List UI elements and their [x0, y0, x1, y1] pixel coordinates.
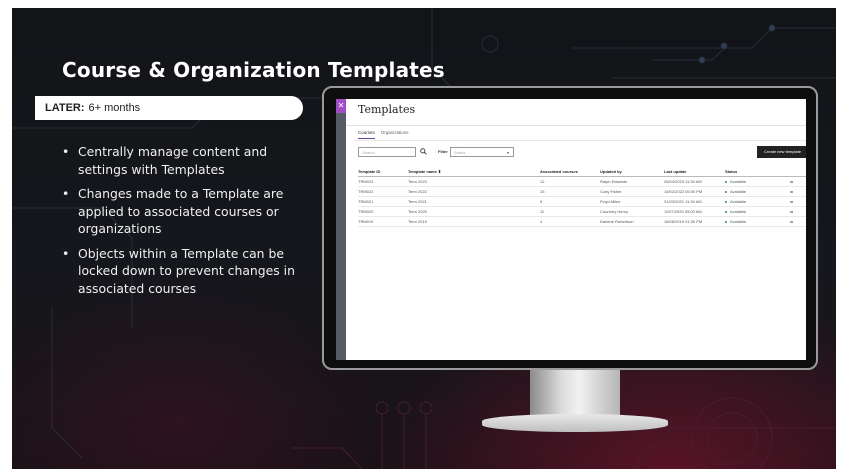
- more-options-icon[interactable]: •••: [790, 199, 793, 204]
- template-id: TRM022: [358, 189, 374, 194]
- tabs-divider: [354, 140, 806, 141]
- status-badge: Available: [725, 179, 746, 184]
- phase-value: 6+ months: [88, 102, 141, 114]
- phase-label: LATER:: [45, 102, 85, 114]
- bullet-item: Changes made to a Template are applied t…: [62, 185, 312, 238]
- status-text: Available: [730, 199, 747, 204]
- status-text: Available: [730, 189, 747, 194]
- table-row[interactable]: TRM020 Term 2020 11 Courtney Henry 11/07…: [358, 207, 806, 217]
- search-input[interactable]: Search: [358, 147, 416, 157]
- phase-banner: LATER: 6+ months: [35, 96, 303, 120]
- column-header-sortable[interactable]: Template name ⬍: [408, 169, 441, 174]
- column-header: Template ID: [358, 169, 381, 174]
- header-divider: [346, 125, 806, 126]
- status-text: Available: [730, 209, 747, 214]
- associated-courses: 11: [540, 209, 545, 214]
- more-options-icon[interactable]: •••: [790, 209, 793, 214]
- template-name: Term 2020: [408, 209, 427, 214]
- monitor-base: [482, 414, 668, 432]
- column-header: Associated courses: [540, 169, 578, 174]
- monitor-stand: [530, 370, 620, 420]
- template-id: TRM023: [358, 179, 374, 184]
- page-title: Templates: [358, 103, 416, 116]
- templates-table: Template ID Template name ⬍ Associated c…: [358, 167, 806, 227]
- updated-by: Courtney Henry: [600, 209, 629, 214]
- column-header: Updated by: [600, 169, 622, 174]
- status-badge: Available: [725, 209, 746, 214]
- last-update: 16/02/2022 05:00 PM: [664, 189, 703, 194]
- table-row[interactable]: TRM022 Term 2022 15 Cody Fisher 16/02/20…: [358, 187, 806, 197]
- status-dot-icon: [725, 210, 727, 213]
- table-row[interactable]: TRM019 Term 2019 4 Darlene Robertson 16/…: [358, 217, 806, 227]
- tab-bar: Courses Organizations: [358, 130, 409, 139]
- last-update: 31/03/2021 11:30 AM: [664, 199, 702, 204]
- template-id: TRM020: [358, 209, 374, 214]
- table-header: Template ID Template name ⬍ Associated c…: [358, 167, 806, 177]
- last-update: 26/04/2023 11:30 AM: [664, 179, 702, 184]
- chevron-down-icon: ▾: [506, 150, 509, 155]
- status-badge: Available: [725, 189, 746, 194]
- status-badge: Available: [725, 219, 746, 224]
- monitor: ✕ Templates Courses Organizations Search…: [322, 86, 818, 370]
- app-screen: ✕ Templates Courses Organizations Search…: [336, 99, 806, 360]
- filter-label: Filter: [438, 149, 448, 154]
- status-badge: Available: [725, 199, 746, 204]
- status-dot-icon: [725, 180, 727, 183]
- more-options-icon[interactable]: •••: [790, 179, 793, 184]
- status-text: Available: [730, 179, 747, 184]
- updated-by: Ralph Edwards: [600, 179, 628, 184]
- last-update: 11/07/2020 09:00 AM: [664, 209, 702, 214]
- status-dropdown[interactable]: Status ▾: [450, 147, 514, 157]
- associated-courses: 12: [540, 179, 545, 184]
- bullet-item: Centrally manage content and settings wi…: [62, 143, 312, 178]
- close-icon[interactable]: ✕: [336, 99, 346, 113]
- app-side-rail: [336, 99, 346, 360]
- table-row[interactable]: TRM021 Term 2021 9 Floyd Miles 31/03/202…: [358, 197, 806, 207]
- associated-courses: 9: [540, 199, 543, 204]
- bullet-item: Objects within a Template can be locked …: [62, 245, 312, 298]
- tab-courses[interactable]: Courses: [358, 130, 375, 139]
- associated-courses: 15: [540, 189, 545, 194]
- associated-courses: 4: [540, 219, 543, 224]
- more-options-icon[interactable]: •••: [790, 219, 793, 224]
- tab-organizations[interactable]: Organizations: [381, 130, 409, 139]
- template-name: Term 2023: [408, 179, 427, 184]
- status-placeholder: Status: [454, 150, 466, 155]
- template-id: TRM021: [358, 199, 374, 204]
- template-name: Term 2022: [408, 189, 427, 194]
- template-name: Term 2019: [408, 219, 427, 224]
- updated-by: Floyd Miles: [600, 199, 621, 204]
- more-options-icon[interactable]: •••: [790, 189, 793, 194]
- status-dot-icon: [725, 200, 727, 203]
- status-dot-icon: [725, 190, 727, 193]
- create-template-button[interactable]: Create new template: [757, 146, 806, 158]
- template-name: Term 2021: [408, 199, 427, 204]
- table-row[interactable]: TRM023 Term 2023 12 Ralph Edwards 26/04/…: [358, 177, 806, 187]
- updated-by: Darlene Robertson: [600, 219, 634, 224]
- status-dot-icon: [725, 220, 727, 223]
- last-update: 16/08/2019 01:00 PM: [664, 219, 703, 224]
- updated-by: Cody Fisher: [600, 189, 622, 194]
- slide-title: Course & Organization Templates: [62, 58, 445, 82]
- bullet-list: Centrally manage content and settings wi…: [62, 143, 312, 304]
- column-header: Last update: [664, 169, 687, 174]
- status-text: Available: [730, 219, 747, 224]
- column-header: Status: [725, 169, 738, 174]
- search-icon[interactable]: [420, 148, 427, 155]
- template-id: TRM019: [358, 219, 374, 224]
